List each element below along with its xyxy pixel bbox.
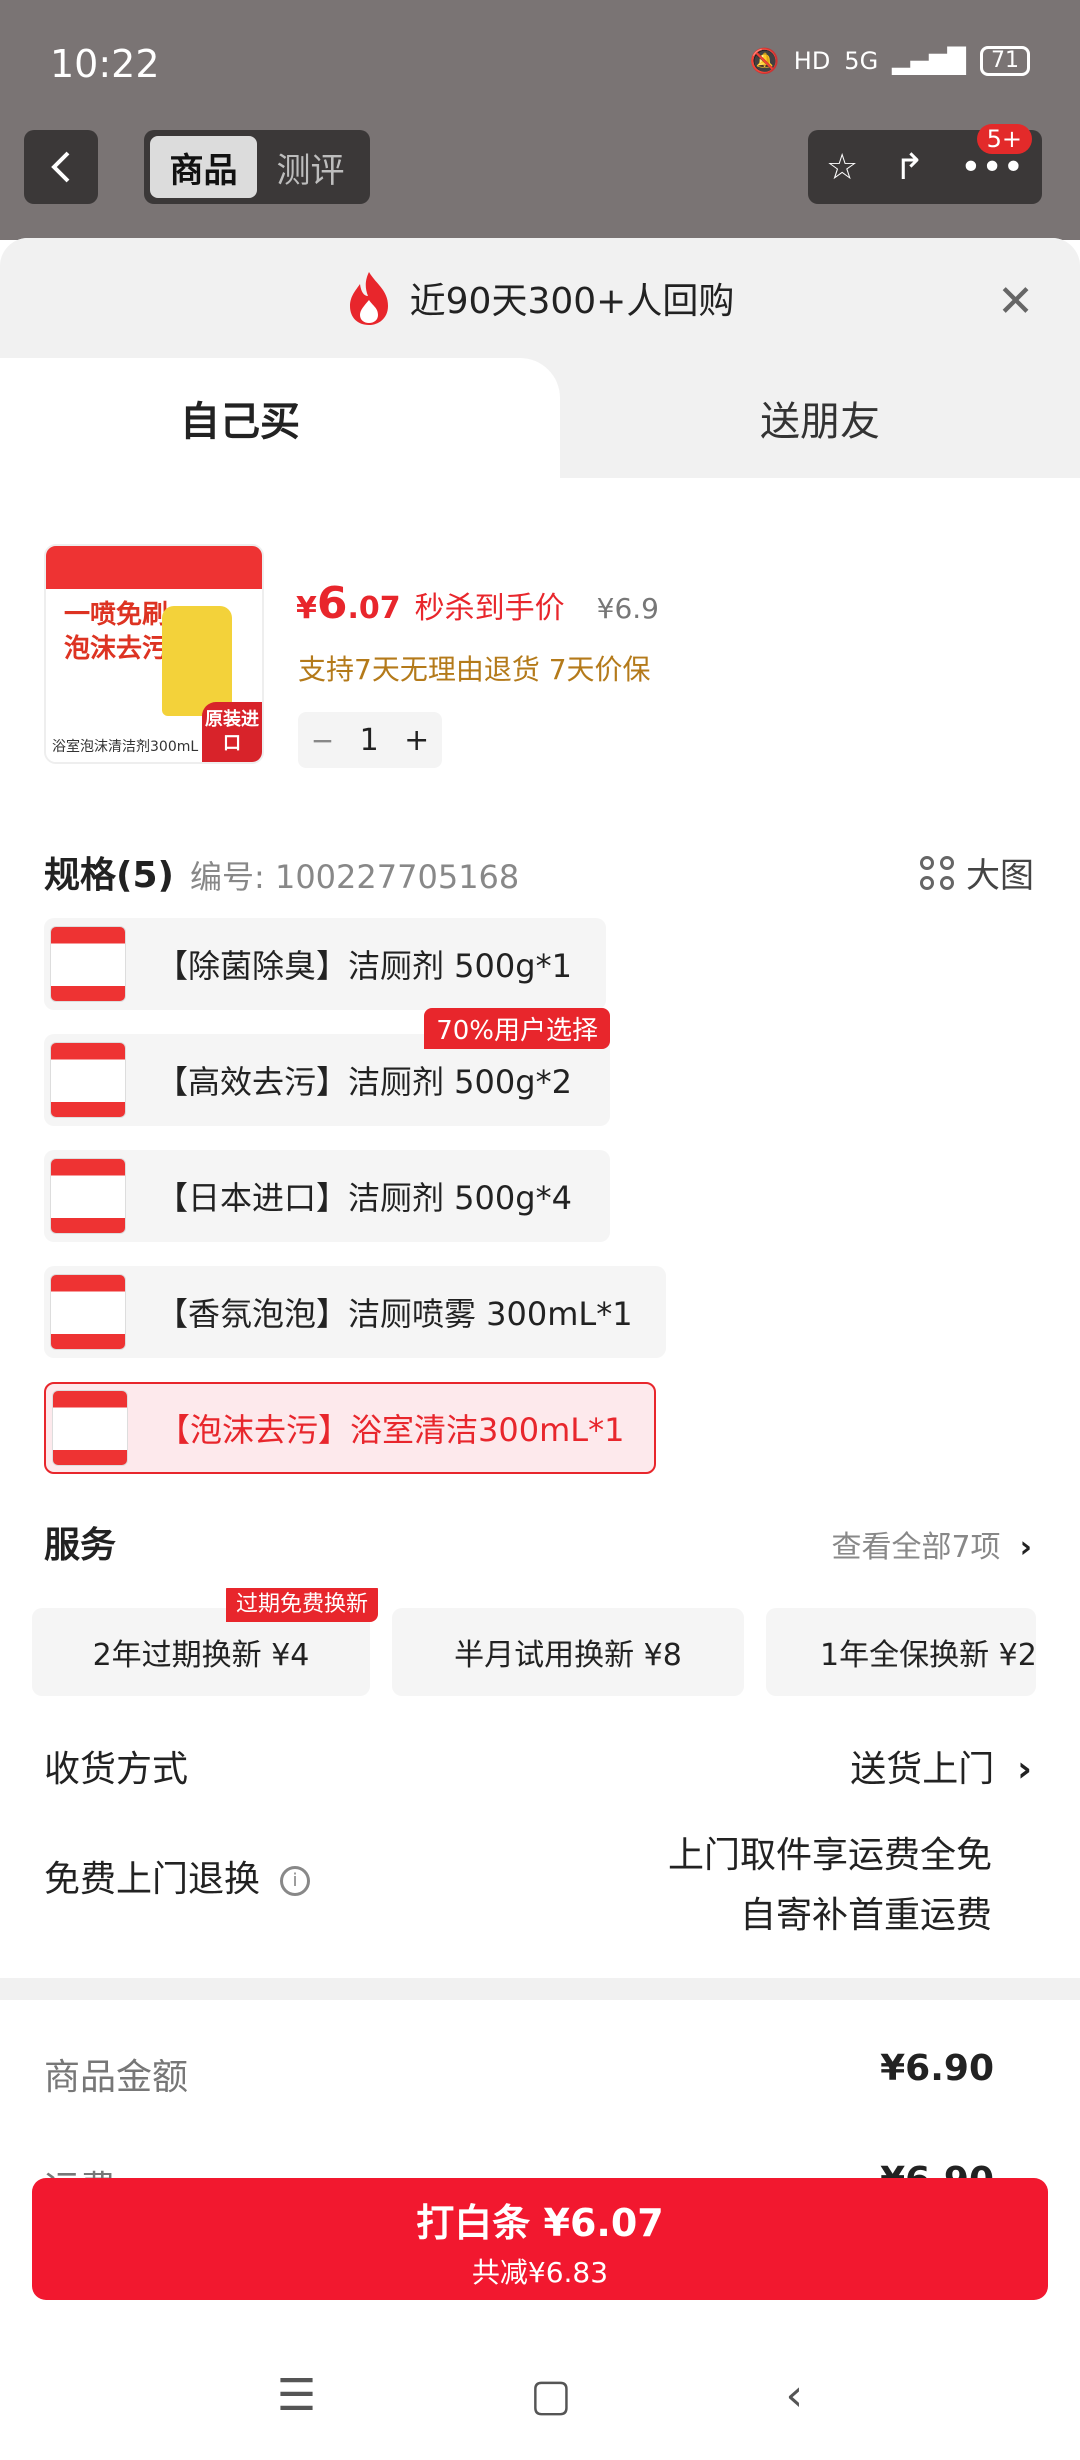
info-icon[interactable]: i [280,1866,311,1896]
spec-option-label: 【日本进口】洁厕剂 500g*4 [156,1179,572,1217]
status-icons: 🔕 HD 5G ▂▄▆█ 71 [750,46,1030,76]
top-bar: 商品 测评 ☆ ↱ ••• 5+ [0,124,1080,210]
battery-icon: 71 [980,46,1030,76]
mute-icon: 🔕 [749,47,780,75]
service-option-2[interactable]: 半月试用换新 ¥8 [392,1608,744,1696]
service-option-3[interactable]: 1年全保换新 ¥2 [766,1608,1036,1696]
close-icon[interactable]: ✕ [997,276,1034,327]
grid-icon [920,855,954,890]
section-divider [0,1978,1080,2000]
quantity-stepper: − 1 + [298,712,442,768]
goods-amount-value: ¥6.90 [880,2048,994,2089]
goods-amount-label: 商品金额 [44,2057,189,2098]
tab-gift-friend[interactable]: 送朋友 [560,358,1080,478]
spec-thumb [50,1042,126,1118]
price-row: ¥6.07 秒杀到手价 ¥6.9 [296,578,659,629]
product-summary: 一喷免刷 泡沫去污 浴室泡沫清洁剂300mL 原装进口 ¥6.07 秒杀到手价 ¥… [0,478,1080,778]
product-code: 编号: 100227705168 [190,858,520,896]
chevron-right-icon: › [1019,1530,1032,1565]
big-image-label: 大图 [966,856,1034,896]
quantity-value[interactable]: 1 [360,723,379,758]
share-icon[interactable]: ↱ [894,147,924,188]
service-options: 过期免费换新 2年过期换新 ¥4 半月试用换新 ¥8 1年全保换新 ¥2 [0,1588,1080,1698]
spec-thumb [50,1158,126,1234]
system-nav-bar: ☰ ▢ ‹ [0,2330,1080,2460]
back-icon[interactable]: ‹ [785,2370,803,2421]
spec-header: 规格(5) 编号: 100227705168 大图 [0,818,1080,918]
big-image-button[interactable]: 大图 [920,848,1034,897]
plus-button[interactable]: + [404,723,429,758]
import-tag: 原装进口 [202,702,262,762]
returns-row: 免费上门退换 i 上门取件享运费全免 自寄补首重运费 [0,1808,1080,1938]
pay-button-sub: 共减¥6.83 [471,2256,609,2289]
message-badge: 5+ [976,124,1032,154]
tab-buy-self-label: 自己买 [180,399,300,445]
clock: 10:22 [50,42,160,86]
menu-icon[interactable]: ☰ [277,2370,316,2421]
page-tab-switch: 商品 测评 [144,130,370,204]
spec-thumb [50,926,126,1002]
spec-option-1[interactable]: 【除菌除臭】洁厕剂 500g*1 [44,918,606,1010]
tab-review[interactable]: 测评 [257,136,364,198]
spec-option-label: 【除菌除臭】洁厕剂 500g*1 [156,947,572,985]
spec-option-3[interactable]: 【日本进口】洁厕剂 500g*4 [44,1150,610,1242]
bottle-graphic [162,606,232,716]
pay-button-main: 打白条 ¥6.07 [416,2201,664,2245]
spec-option-label: 【泡沫去污】浴室清洁300mL*1 [158,1411,625,1449]
chevron-right-icon: › [1017,1749,1032,1790]
delivery-label: 收货方式 [44,1749,189,1790]
spec-title: 规格(5) [44,855,174,896]
purchase-sheet: 近90天300+人回购 ✕ 自己买 送朋友 一喷免刷 泡沫去污 浴室泡沫清洁剂30… [0,238,1080,2460]
status-bar: 10:22 🔕 HD 5G ▂▄▆█ 71 [0,0,1080,130]
fire-icon [349,272,388,325]
star-icon[interactable]: ☆ [826,147,858,188]
service-title: 服务 [44,1525,117,1566]
goods-amount-row: 商品金额 ¥6.90 [0,2000,1080,2150]
original-price: ¥6.9 [596,592,659,625]
purchase-mode-tabs: 自己买 送朋友 [0,358,1080,478]
tab-buy-self[interactable]: 自己买 [0,358,560,478]
guarantee-text: 支持7天无理由退货 7天价保 [298,653,651,686]
spec-option-label: 【香氛泡泡】洁厕喷雾 300mL*1 [156,1295,633,1333]
price-tag-text: 秒杀到手价 [414,591,565,626]
spec-option-4[interactable]: 【香氛泡泡】洁厕喷雾 300mL*1 [44,1266,666,1358]
spec-thumb [52,1390,128,1466]
spec-thumb [50,1274,126,1350]
delivery-value: 送货上门 › [850,1749,1032,1790]
tab-product[interactable]: 商品 [150,136,257,198]
sheet-header: 近90天300+人回购 ✕ [0,238,1080,358]
view-all-services[interactable]: 查看全部7项 › [831,1522,1032,1566]
hd-icon: HD [793,47,831,75]
repurchase-text: 近90天300+人回购 [409,281,735,322]
product-image-text: 一喷免刷 泡沫去污 [64,600,169,664]
spec-option-label: 【高效去污】洁厕剂 500g*2 [156,1063,572,1101]
returns-value: 上门取件享运费全免 自寄补首重运费 [667,1835,992,1936]
top-actions: ☆ ↱ ••• 5+ [808,124,1042,204]
signal-icon: ▂▄▆█ [892,47,966,75]
service-badge: 过期免费换新 [226,1588,379,1622]
service-header: 服务 查看全部7项 › [0,1498,1080,1588]
returns-label: 免费上门退换 i [44,1850,311,1902]
pay-button[interactable]: 打白条 ¥6.07 共减¥6.83 [32,2178,1048,2300]
popular-choice-badge: 70%用户选择 [424,1008,610,1049]
home-icon[interactable]: ▢ [530,2370,572,2421]
delivery-row[interactable]: 收货方式 送货上门 › [0,1712,1080,1808]
spec-options: 【除菌除臭】洁厕剂 500g*1 【高效去污】洁厕剂 500g*2 70%用户选… [0,918,1080,1474]
current-price: ¥6.07 [296,578,401,629]
product-image[interactable]: 一喷免刷 泡沫去污 浴室泡沫清洁剂300mL 原装进口 [44,544,264,764]
back-button[interactable] [24,130,98,204]
minus-button[interactable]: − [311,724,334,757]
spec-option-5-selected[interactable]: 【泡沫去污】浴室清洁300mL*1 [44,1382,656,1474]
chevron-left-icon [51,151,70,183]
spec-option-2[interactable]: 【高效去污】洁厕剂 500g*2 70%用户选择 [44,1008,610,1126]
network-icon: 5G [844,47,879,75]
